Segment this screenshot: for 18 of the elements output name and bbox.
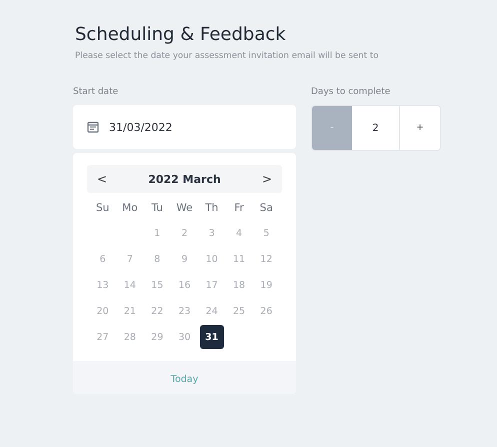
weekday-label: We bbox=[175, 201, 194, 216]
weekday-label: Mo bbox=[121, 201, 139, 216]
weekday-label: Su bbox=[94, 201, 110, 216]
calendar-day[interactable]: 31 bbox=[200, 325, 224, 349]
month-heading: 2022 March bbox=[148, 172, 221, 186]
section-description: Please select the date your assessment invitation email will be sent to bbox=[75, 51, 380, 61]
section-title: Scheduling & Feedback bbox=[75, 24, 287, 45]
today-link[interactable]: Today bbox=[170, 374, 198, 385]
calendar-icon bbox=[87, 121, 99, 133]
weekday-label: Tu bbox=[150, 201, 164, 216]
date-field[interactable]: 31/03/2022 bbox=[73, 105, 296, 149]
weekday-label: Th bbox=[204, 201, 220, 216]
previous-month-button[interactable]: < bbox=[97, 172, 108, 186]
weekday-label: Sa bbox=[258, 201, 274, 216]
field-label: Days to complete bbox=[311, 87, 392, 97]
weekday-label: Fr bbox=[233, 201, 245, 216]
next-month-button[interactable]: > bbox=[262, 172, 272, 186]
field-label: Start date bbox=[73, 87, 120, 97]
